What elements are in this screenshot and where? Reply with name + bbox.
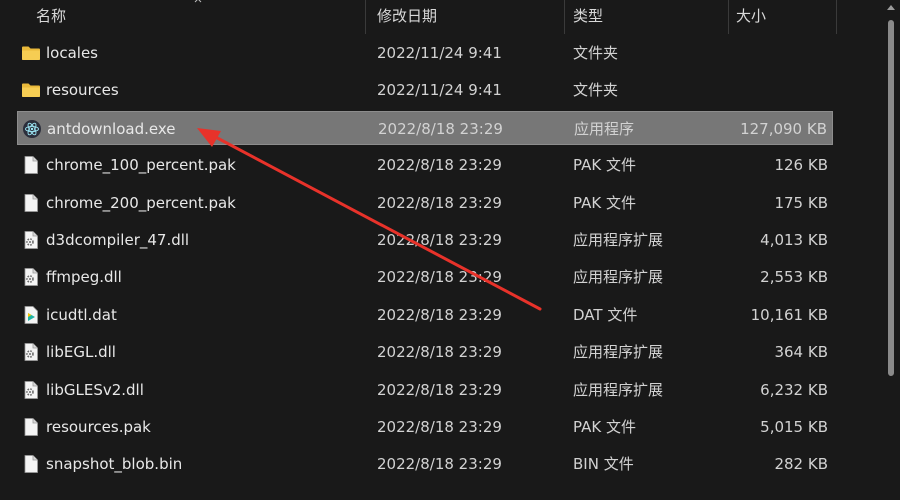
file-size: 4,013 KB [760,231,828,249]
file-type: PAK 文件 [573,193,636,212]
file-row[interactable]: chrome_200_percent.pak 2022/8/18 23:29 PAK… [17,186,833,220]
file-type: DAT 文件 [573,305,638,324]
file-row[interactable]: libEGL.dll 2022/8/18 23:29 应用程序扩展 364 KB [17,335,833,369]
file-modified-date: 2022/8/18 23:29 [377,455,502,474]
file-row[interactable]: locales 2022/11/24 9:41 文件夹 [17,36,833,70]
file-modified-date: 2022/8/18 23:29 [377,380,502,399]
electron-app-icon [22,119,42,139]
file-modified-date: 2022/11/24 9:41 [377,44,502,62]
vertical-scrollbar[interactable] [884,0,898,500]
file-row[interactable]: resources.pak 2022/8/18 23:29 PAK 文件 5,015 … [17,410,833,444]
file-size: 175 KB [774,193,828,212]
scrollbar-thumb[interactable] [888,20,894,376]
file-size: 364 KB [774,343,828,362]
file-name: d3dcompiler_47.dll [46,231,190,249]
file-size: 126 KB [774,156,828,175]
file-type: 应用程序扩展 [573,380,664,399]
file-size: 6,232 KB [760,380,828,399]
file-size: 127,090 KB [740,119,827,138]
file-type: 应用程序扩展 [573,268,664,287]
file-row[interactable]: chrome_100_percent.pak 2022/8/18 23:29 PAK… [17,148,833,182]
file-name: chrome_200_percent.pak [46,193,236,212]
file-row[interactable]: icudtl.dat 2022/8/18 23:29 DAT 文件 10,161 KB [17,298,833,332]
scroll-up-icon[interactable] [886,4,896,12]
file-icon [21,193,41,213]
file-icon [21,454,41,474]
file-modified-date: 2022/11/24 9:41 [377,81,502,100]
file-modified-date: 2022/8/18 23:29 [377,343,502,362]
file-row[interactable]: ffmpeg.dll 2022/8/18 23:29 应用程序扩展 2,553 KB [17,260,833,294]
file-name: snapshot_blob.bin [46,455,183,474]
file-name: chrome_100_percent.pak [46,156,236,175]
file-type: BIN 文件 [573,455,634,474]
dll-icon [21,267,41,287]
column-divider[interactable] [728,0,729,34]
file-name: resources.pak [46,418,151,436]
file-size: 2,553 KB [760,268,828,287]
file-type: 文件夹 [573,44,619,62]
folder-icon [21,80,41,100]
dll-icon [21,342,41,362]
column-header-size[interactable]: 大小 [736,0,766,34]
file-icon [21,417,41,437]
file-row[interactable]: libGLESv2.dll 2022/8/18 23:29 应用程序扩展 6,232 … [17,373,833,407]
file-name: icudtl.dat [46,305,117,324]
sort-ascending-icon [194,0,202,3]
file-modified-date: 2022/8/18 23:29 [377,418,502,436]
file-modified-date: 2022/8/18 23:29 [378,119,503,138]
column-divider[interactable] [836,0,837,34]
column-header-type[interactable]: 类型 [573,0,603,34]
file-row[interactable]: snapshot_blob.bin 2022/8/18 23:29 BIN 文件 28… [17,447,833,481]
column-header-bar: 名称 修改日期 类型 大小 [0,0,880,34]
file-type: PAK 文件 [573,156,636,175]
file-type: 文件夹 [573,81,619,100]
file-row[interactable]: resources 2022/11/24 9:41 文件夹 [17,73,833,107]
file-type: 应用程序 [574,119,635,138]
column-header-date[interactable]: 修改日期 [377,0,437,34]
column-header-name[interactable]: 名称 [36,0,66,34]
file-modified-date: 2022/8/18 23:29 [377,156,502,175]
file-type: 应用程序扩展 [573,231,664,249]
file-row[interactable]: antdownload.exe 2022/8/18 23:29 应用程序 127,09… [17,110,833,145]
file-explorer-list: 名称 修改日期 类型 大小 locales 2022/11/24 9:41 文件夹 r… [0,0,900,500]
file-type: 应用程序扩展 [573,343,664,362]
file-name: resources [46,81,119,100]
media-file-icon [21,305,41,325]
file-modified-date: 2022/8/18 23:29 [377,268,502,287]
dll-icon [21,230,41,250]
file-name: antdownload.exe [47,119,176,138]
file-name: locales [46,44,98,62]
file-name: ffmpeg.dll [46,268,122,287]
file-row[interactable]: d3dcompiler_47.dll 2022/8/18 23:29 应用程序扩展 4… [17,223,833,257]
column-divider[interactable] [365,0,366,34]
folder-icon [21,43,41,63]
dll-icon [21,380,41,400]
file-type: PAK 文件 [573,418,636,436]
file-icon [21,155,41,175]
file-modified-date: 2022/8/18 23:29 [377,305,502,324]
file-size: 10,161 KB [750,305,828,324]
file-size: 5,015 KB [760,418,828,436]
file-name: libEGL.dll [46,343,116,362]
file-name: libGLESv2.dll [46,380,144,399]
file-modified-date: 2022/8/18 23:29 [377,231,502,249]
file-modified-date: 2022/8/18 23:29 [377,193,502,212]
column-divider[interactable] [564,0,565,34]
file-size: 282 KB [774,455,828,474]
